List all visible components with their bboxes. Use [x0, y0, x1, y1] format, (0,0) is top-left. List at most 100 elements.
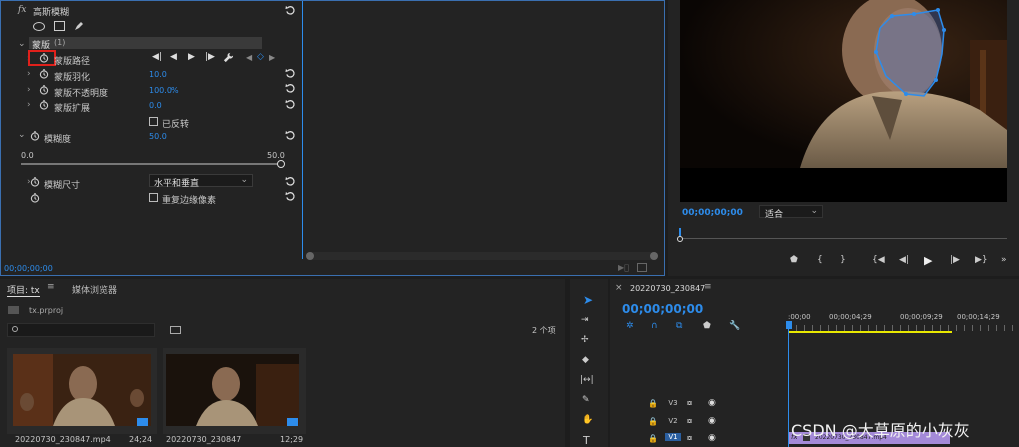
hand-tool-icon[interactable]: ✋: [582, 415, 593, 425]
inverted-checkbox[interactable]: [149, 117, 158, 126]
step-forward-icon[interactable]: |▶: [950, 255, 960, 265]
go-to-in-icon[interactable]: {◀: [872, 255, 885, 265]
pen-mask-icon[interactable]: [73, 20, 85, 32]
ellipse-mask-icon[interactable]: [33, 22, 45, 31]
scroll-handle-right[interactable]: [650, 252, 658, 260]
stopwatch-icon[interactable]: [30, 131, 40, 141]
more-controls-icon[interactable]: »: [1001, 255, 1007, 265]
linked-selection-icon[interactable]: ⧉: [676, 321, 682, 331]
ec-playhead-line[interactable]: [302, 1, 303, 259]
add-marker-icon[interactable]: ⬟: [703, 321, 711, 331]
keyframe-prev-icon[interactable]: ◀: [246, 53, 252, 62]
stopwatch-icon[interactable]: [30, 193, 40, 203]
chevron-right-icon[interactable]: ›: [27, 85, 31, 95]
tab-media-browser[interactable]: 媒体浏览器: [72, 283, 117, 296]
reset-icon[interactable]: [285, 68, 296, 79]
sync-lock-icon[interactable]: ⧇: [687, 398, 692, 408]
settings-wrench-icon[interactable]: 🔧: [729, 321, 740, 331]
pm-playhead[interactable]: [677, 236, 683, 242]
stopwatch-icon[interactable]: [39, 100, 49, 110]
eye-icon[interactable]: ◉: [708, 398, 716, 408]
blurriness-slider-track[interactable]: [21, 163, 281, 165]
track-name[interactable]: V1: [665, 433, 681, 441]
stopwatch-icon[interactable]: [39, 53, 49, 63]
stopwatch-icon[interactable]: [39, 69, 49, 79]
reset-icon[interactable]: [285, 176, 296, 187]
timeline-playhead-head[interactable]: [786, 321, 792, 329]
close-icon[interactable]: ×: [615, 283, 623, 293]
stopwatch-icon[interactable]: [39, 85, 49, 95]
stopwatch-icon[interactable]: [30, 177, 40, 187]
video-frame[interactable]: [680, 0, 1007, 202]
tab-project[interactable]: 项目: tx: [7, 283, 40, 297]
sync-lock-icon[interactable]: ⧇: [687, 433, 692, 443]
chevron-right-icon[interactable]: ›: [27, 69, 31, 79]
reset-icon[interactable]: [285, 83, 296, 94]
lock-icon[interactable]: 🔒: [648, 434, 658, 443]
opacity-value[interactable]: 100.0: [149, 86, 172, 95]
menu-icon[interactable]: ≡: [47, 282, 55, 292]
feather-value[interactable]: 10.0: [149, 70, 167, 79]
step-back-icon[interactable]: ◀|: [899, 255, 909, 265]
project-item[interactable]: 20220730_230847 12;29: [163, 348, 306, 444]
ec-timecode[interactable]: 00;00;00;00: [4, 264, 53, 273]
new-bin-icon[interactable]: [170, 326, 181, 334]
keyframe-add-icon[interactable]: ◇: [257, 52, 264, 62]
mark-in-icon[interactable]: {: [817, 255, 823, 265]
expand-chevron-icon[interactable]: ⌄: [18, 39, 26, 49]
search-input[interactable]: [7, 323, 155, 337]
reset-icon[interactable]: [285, 130, 296, 141]
track-select-tool-icon[interactable]: ⇥: [581, 315, 589, 325]
reset-icon[interactable]: [285, 191, 296, 202]
timeline-timecode[interactable]: 00;00;00;00: [622, 302, 703, 316]
export-icon[interactable]: [637, 263, 647, 272]
work-area-bar[interactable]: [788, 331, 952, 333]
fit-select[interactable]: 适合 ⌄: [759, 205, 823, 220]
sequence-tab[interactable]: 20220730_230847: [630, 284, 705, 293]
track-row: 🔒 V3 ⧇ ◉: [610, 397, 788, 411]
mask-header-bar[interactable]: 蒙版 (1): [29, 37, 262, 51]
pm-scrubber-track[interactable]: [680, 238, 1007, 239]
timeline-playhead-line[interactable]: [788, 329, 789, 447]
track-forward-all-icon[interactable]: |▶: [205, 52, 215, 62]
menu-icon[interactable]: ≡: [704, 282, 712, 292]
filter-icon[interactable]: ▶⃒: [618, 263, 629, 272]
blurriness-value[interactable]: 50.0: [149, 132, 167, 141]
project-item[interactable]: 20220730_230847.mp4 24;24: [7, 348, 157, 444]
keyframe-next-icon[interactable]: ▶: [269, 53, 275, 62]
expansion-value[interactable]: 0.0: [149, 101, 162, 110]
pm-timecode[interactable]: 00;00;00;00: [682, 208, 743, 218]
wrench-icon[interactable]: [223, 52, 234, 63]
track-backward-all-icon[interactable]: ◀|: [152, 52, 162, 62]
scroll-handle-left[interactable]: [306, 252, 314, 260]
lock-icon[interactable]: 🔒: [648, 417, 658, 426]
track-backward-icon[interactable]: ◀: [170, 52, 177, 62]
blurriness-slider-handle[interactable]: [277, 160, 285, 168]
lock-icon[interactable]: 🔒: [648, 399, 658, 408]
type-tool-icon[interactable]: T: [583, 434, 590, 447]
rectangle-mask-icon[interactable]: [54, 21, 65, 31]
slip-tool-icon[interactable]: |↔|: [580, 375, 594, 385]
eye-icon[interactable]: ◉: [708, 433, 716, 443]
pen-tool-icon[interactable]: ✎: [582, 395, 590, 405]
expand-chevron-icon[interactable]: ⌄: [18, 130, 26, 140]
mark-out-icon[interactable]: }: [840, 255, 846, 265]
sync-lock-icon[interactable]: ⧇: [687, 416, 692, 426]
blur-dimensions-select[interactable]: 水平和垂直 ⌄: [149, 174, 253, 189]
add-marker-icon[interactable]: ⬟: [790, 255, 798, 265]
snap-icon[interactable]: ∩: [651, 321, 658, 331]
nest-icon[interactable]: ✲: [626, 321, 634, 331]
chevron-right-icon[interactable]: ›: [27, 100, 31, 110]
reset-icon[interactable]: [285, 99, 296, 110]
eye-icon[interactable]: ◉: [708, 416, 716, 426]
razor-tool-icon[interactable]: ◆: [582, 355, 589, 365]
play-icon[interactable]: ▶: [924, 254, 932, 267]
selection-tool-icon[interactable]: ➤: [583, 293, 593, 307]
ripple-edit-tool-icon[interactable]: ✢: [581, 335, 589, 345]
reset-effect-icon[interactable]: [285, 5, 296, 16]
track-forward-icon[interactable]: ▶: [188, 52, 195, 62]
repeat-edge-checkbox[interactable]: [149, 193, 158, 202]
ec-scrollbar[interactable]: [306, 252, 658, 260]
video-frame-image: [680, 0, 1007, 202]
go-to-out-icon[interactable]: ▶}: [975, 255, 988, 265]
